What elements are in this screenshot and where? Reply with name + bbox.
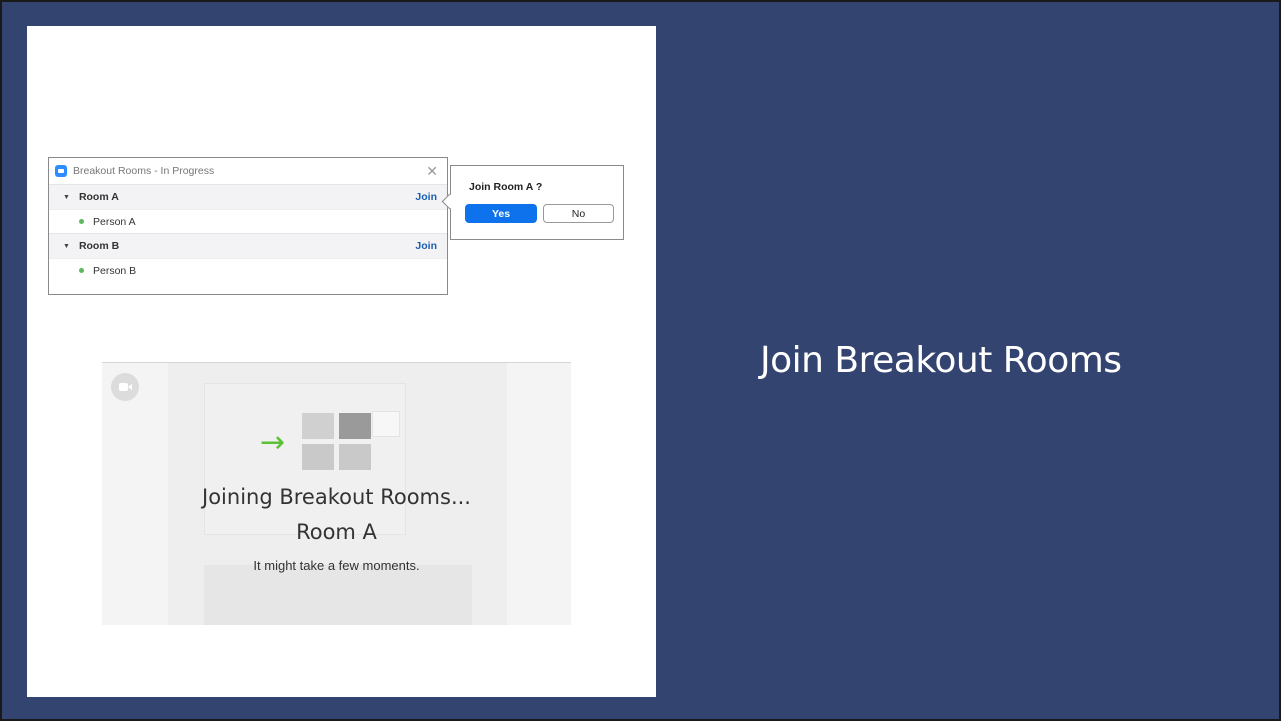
breakout-rooms-window: Breakout Rooms - In Progress ✕ ▼ Room A …: [48, 157, 448, 295]
joining-note: It might take a few moments.: [253, 558, 420, 573]
yes-button[interactable]: Yes: [465, 204, 537, 223]
status-dot-icon: [79, 268, 84, 273]
join-confirm-popover: Join Room A ? Yes No: [450, 165, 624, 240]
room-name: Room B: [78, 240, 120, 252]
join-room-b-button[interactable]: Join: [415, 240, 437, 252]
join-room-a-button[interactable]: Join: [415, 191, 437, 203]
caret-down-icon[interactable]: ▼: [63, 243, 70, 250]
participant-name: Person A: [93, 215, 136, 228]
breakout-window-titlebar: Breakout Rooms - In Progress ✕: [49, 158, 447, 184]
participant-row: Person B: [49, 258, 447, 282]
joining-heading: Joining Breakout Rooms...: [202, 485, 471, 509]
arrow-right-icon: →: [260, 425, 286, 460]
zoom-logo-icon: [55, 165, 67, 177]
slide-title: Join Breakout Rooms: [760, 340, 1122, 381]
join-question: Join Room A ?: [469, 181, 543, 193]
room-row-a: ▼ Room A Join: [49, 184, 447, 209]
status-dot-icon: [79, 219, 84, 224]
joining-screen: → Joining Breakout Rooms... Room A It mi…: [102, 362, 571, 625]
breakout-rooms-icon: [302, 413, 372, 471]
participant-row: Person A: [49, 209, 447, 233]
video-camera-icon: [111, 373, 139, 401]
slide: Breakout Rooms - In Progress ✕ ▼ Room A …: [2, 2, 1279, 719]
close-icon[interactable]: ✕: [426, 163, 441, 180]
room-name: Room A: [78, 191, 119, 203]
joining-room-name: Room A: [296, 520, 377, 544]
background-ghost-bar: [204, 565, 472, 625]
participant-name: Person B: [93, 264, 137, 277]
screenshot-panel: Breakout Rooms - In Progress ✕ ▼ Room A …: [27, 26, 656, 697]
no-button[interactable]: No: [543, 204, 614, 223]
caret-down-icon[interactable]: ▼: [63, 194, 70, 201]
room-row-b: ▼ Room B Join: [49, 233, 447, 258]
background-ghost-popover: [372, 411, 400, 437]
breakout-window-title: Breakout Rooms - In Progress: [73, 165, 215, 177]
